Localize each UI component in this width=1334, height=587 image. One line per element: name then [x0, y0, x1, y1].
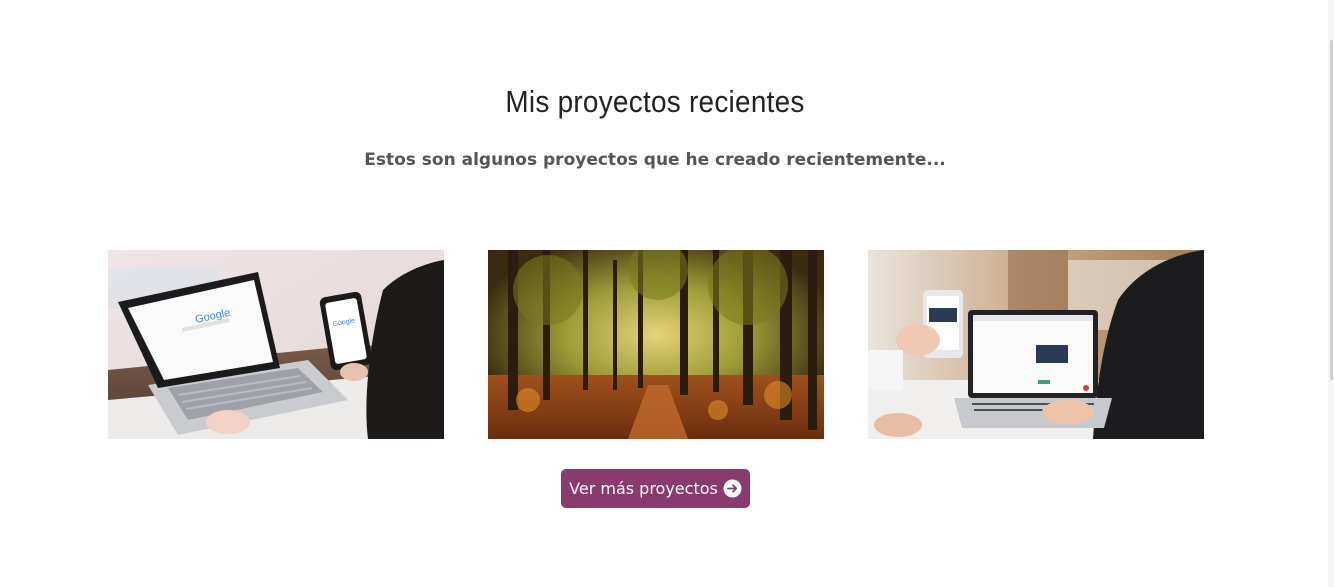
scrollbar-thumb[interactable]	[1330, 40, 1333, 380]
arrow-right-circle-icon	[723, 479, 742, 498]
project-image-2[interactable]	[488, 250, 824, 439]
section-title: Mis proyectos recientes	[505, 84, 805, 119]
scrollbar[interactable]	[1328, 0, 1334, 587]
projects-section: Mis proyectos recientes Estos son alguno…	[0, 0, 1334, 587]
phone-laptop-photo	[868, 250, 1204, 439]
more-projects-label: Ver más proyectos	[569, 479, 718, 498]
project-image-1[interactable]: Google Google	[108, 250, 444, 439]
forest-photo	[488, 250, 824, 439]
more-projects-button[interactable]: Ver más proyectos	[561, 469, 750, 508]
laptop-phone-photo: Google Google	[108, 250, 444, 439]
section-subtitle: Estos son algunos proyectos que he cread…	[364, 150, 946, 170]
project-image-3[interactable]	[868, 250, 1204, 439]
